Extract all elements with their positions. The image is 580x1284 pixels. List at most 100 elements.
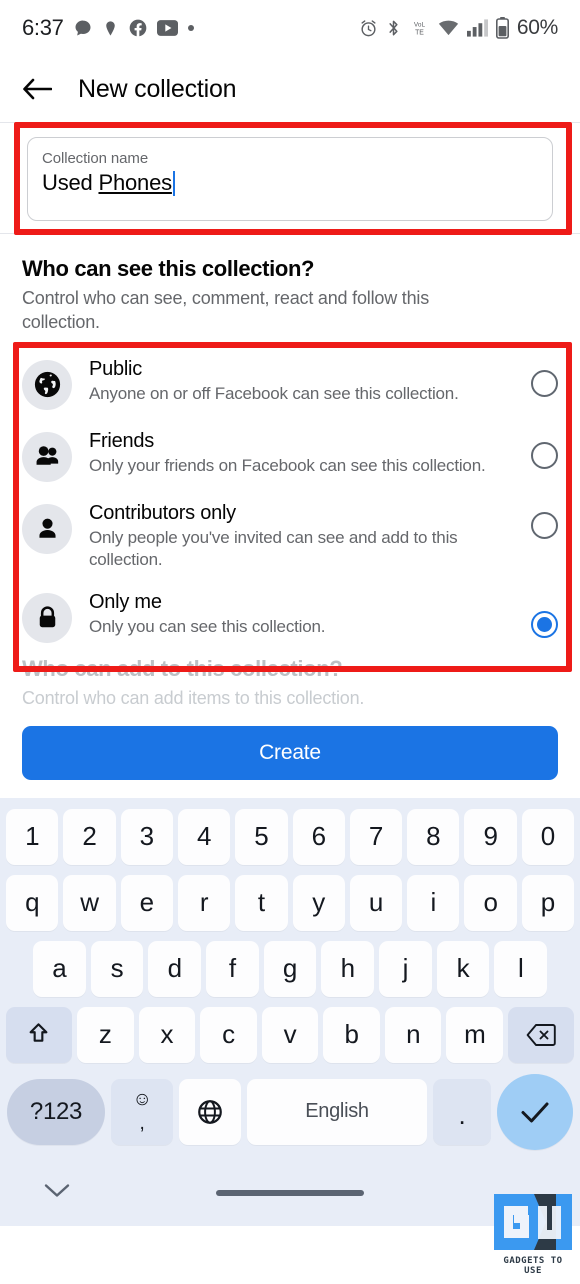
globe-language-icon[interactable] [179, 1078, 241, 1145]
backspace-icon[interactable] [508, 1006, 575, 1063]
key-n[interactable]: n [384, 1006, 442, 1063]
alarm-icon [359, 19, 378, 38]
location-pin-icon [102, 18, 119, 39]
shift-arrow-icon[interactable] [5, 1006, 72, 1063]
emoji-smiley-icon[interactable]: ☺ , [111, 1078, 173, 1145]
keyboard-row-numbers: 1 2 3 4 5 6 7 8 9 0 [3, 804, 577, 870]
navigation-bar [0, 1159, 580, 1226]
keyboard-row-asdf: a s d f g h j k l [3, 936, 577, 1002]
app-bar: New collection [0, 56, 580, 122]
battery-percent: 60% [516, 16, 558, 39]
visibility-subtitle: Control who can see, comment, react and … [22, 288, 429, 333]
comma-label: , [139, 1112, 145, 1134]
facebook-icon [128, 18, 148, 38]
status-bar: 6:37 VoL TE 60% [0, 0, 580, 56]
key-m[interactable]: m [446, 1006, 504, 1063]
key-u[interactable]: u [349, 874, 403, 931]
option-friends[interactable]: Friends Only your friends on Facebook ca… [0, 418, 580, 491]
symbols-key[interactable]: ?123 [7, 1078, 105, 1145]
chat-bubble-icon [73, 18, 93, 38]
key-l[interactable]: l [494, 940, 548, 997]
key-h[interactable]: h [321, 940, 375, 997]
svg-text:TE: TE [415, 29, 424, 36]
add-section-title: Who can add to this collection? [22, 655, 343, 681]
collection-name-input[interactable]: Collection name Used Phones [27, 137, 553, 221]
key-j[interactable]: j [379, 940, 432, 997]
option-public[interactable]: Public Anyone on or off Facebook can see… [0, 346, 580, 419]
key-f[interactable]: f [206, 940, 259, 997]
key-q[interactable]: q [6, 874, 59, 931]
emoji-glyph: ☺ [132, 1088, 152, 1110]
key-9[interactable]: 9 [464, 808, 517, 865]
option-public-desc: Anyone on or off Facebook can see this c… [89, 383, 459, 403]
text-caret [172, 170, 175, 196]
create-button-wrap: Create [0, 713, 580, 798]
key-z[interactable]: z [76, 1006, 134, 1063]
collection-name-label: Collection name [42, 150, 149, 167]
keyboard-row-qwerty: q w e r t y u i o p [3, 870, 577, 936]
collection-name-value-spellcheck: Phones [98, 170, 172, 195]
collection-name-value-row: Used Phones [42, 170, 538, 196]
key-d[interactable]: d [148, 940, 201, 997]
option-contributors-only[interactable]: Contributors only Only people you've inv… [0, 490, 580, 580]
key-8[interactable]: 8 [407, 808, 460, 865]
keyboard-row-bottom: ?123 ☺ , English . [3, 1068, 577, 1160]
radio-friends[interactable] [531, 441, 558, 469]
key-y[interactable]: y [292, 874, 345, 931]
arrow-left-icon[interactable] [22, 77, 53, 101]
status-bar-left: 6:37 [22, 15, 195, 41]
key-3[interactable]: 3 [120, 808, 173, 865]
key-c[interactable]: c [200, 1006, 257, 1063]
radio-public[interactable] [531, 369, 558, 397]
collection-name-field-wrap: Collection name Used Phones [0, 123, 580, 233]
signal-icon [466, 19, 488, 37]
add-section-subtitle: Control who can add items to this collec… [22, 687, 365, 708]
key-4[interactable]: 4 [177, 808, 231, 865]
visibility-section-header: Who can see this collection? Control who… [0, 234, 580, 335]
lock-icon [22, 592, 72, 643]
battery-icon [495, 17, 509, 39]
check-icon[interactable] [497, 1073, 573, 1150]
key-v[interactable]: v [261, 1006, 319, 1063]
key-6[interactable]: 6 [292, 808, 345, 865]
main-content: Collection name Used Phones Who can see … [0, 123, 580, 798]
visibility-title: Who can see this collection? [22, 256, 315, 281]
space-key[interactable]: English [247, 1078, 427, 1145]
key-x[interactable]: x [138, 1006, 196, 1063]
key-0[interactable]: 0 [521, 808, 574, 865]
option-only-me[interactable]: Only me Only you can see this collection… [0, 579, 580, 652]
key-p[interactable]: p [521, 874, 574, 931]
person-icon [22, 503, 72, 554]
key-s[interactable]: s [90, 940, 144, 997]
key-a[interactable]: a [32, 940, 86, 997]
chevron-down-icon[interactable] [44, 1182, 70, 1203]
home-gesture-pill[interactable] [216, 1189, 364, 1196]
status-bar-right: VoL TE 60% [359, 16, 558, 40]
option-only-me-desc: Only you can see this collection. [89, 616, 326, 636]
option-friends-text: Friends Only your friends on Facebook ca… [89, 428, 514, 477]
add-section-header: Who can add to this collection? Control … [0, 652, 580, 714]
radio-contributors[interactable] [531, 511, 558, 539]
key-2[interactable]: 2 [63, 808, 116, 865]
wifi-icon [438, 20, 459, 37]
create-button[interactable]: Create [22, 725, 558, 780]
key-g[interactable]: g [263, 940, 317, 997]
radio-only-me[interactable] [531, 610, 558, 638]
key-7[interactable]: 7 [349, 808, 403, 865]
key-b[interactable]: b [323, 1006, 380, 1063]
period-key[interactable]: . [433, 1078, 491, 1145]
key-e[interactable]: e [120, 874, 173, 931]
on-screen-keyboard: 1 2 3 4 5 6 7 8 9 0 q w e r t y u i o p … [0, 797, 580, 1160]
option-contributors-desc: Only people you've invited can see and a… [89, 527, 458, 569]
key-w[interactable]: w [63, 874, 116, 931]
key-k[interactable]: k [436, 940, 490, 997]
svg-text:VoL: VoL [414, 21, 426, 28]
key-r[interactable]: r [177, 874, 231, 931]
key-i[interactable]: i [407, 874, 460, 931]
visibility-options: Public Anyone on or off Facebook can see… [0, 335, 580, 652]
key-o[interactable]: o [464, 874, 517, 931]
key-1[interactable]: 1 [6, 808, 59, 865]
friends-icon [22, 431, 72, 482]
key-5[interactable]: 5 [235, 808, 288, 865]
key-t[interactable]: t [235, 874, 288, 931]
